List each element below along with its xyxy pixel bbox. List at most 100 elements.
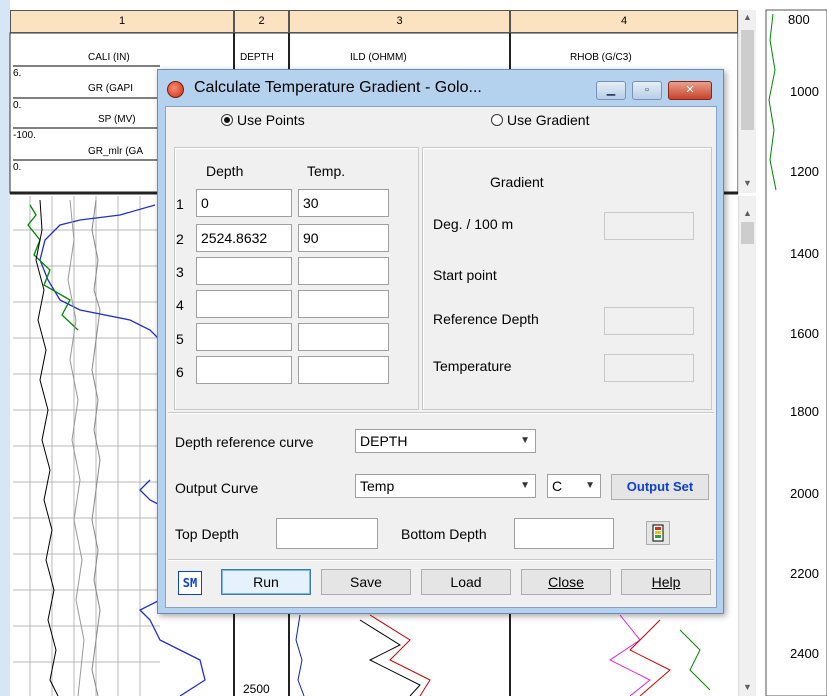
scroll-down-icon[interactable]: ▼ (739, 178, 756, 188)
point-depth-input[interactable] (196, 323, 292, 351)
chevron-down-icon: ▼ (520, 435, 530, 446)
temperature-gradient-dialog: Calculate Temperature Gradient - Golo...… (157, 69, 724, 614)
point-row-number: 6 (176, 364, 184, 380)
point-depth-input[interactable] (196, 290, 292, 318)
minimize-button[interactable]: ▁ (596, 81, 626, 100)
overview-depth: 2400 (790, 646, 819, 661)
point-temp-input[interactable] (298, 257, 389, 285)
divider (168, 559, 714, 561)
overview-depth: 2000 (790, 486, 819, 501)
minimize-icon: ▁ (606, 84, 616, 96)
divider (168, 412, 714, 414)
temperature-input[interactable] (604, 354, 694, 382)
bottom-depth-label: Bottom Depth (401, 526, 487, 542)
curve-label-gr-mlr: GR_mlr (GA (88, 146, 143, 157)
radio-unselected-icon (491, 114, 503, 126)
color-bars-icon (652, 524, 664, 542)
track-1-header: 1 (10, 10, 234, 33)
temperature-label: Temperature (433, 358, 512, 374)
radio-selected-icon (221, 114, 233, 126)
output-unit-value: C (552, 478, 563, 494)
scroll-up-icon[interactable]: ▲ (739, 12, 756, 22)
maximize-icon: ▫ (645, 84, 649, 96)
overview-depth: 2200 (790, 566, 819, 581)
use-points-label: Use Points (237, 112, 305, 128)
dialog-client-area: Use Points Use Gradient Depth Temp. 1 0 … (165, 106, 717, 608)
run-button[interactable]: Run (221, 569, 311, 595)
curve-label-sp: SP (MV) (98, 114, 136, 125)
plot-scrollbar[interactable]: ▲ ▼ (738, 196, 756, 696)
chevron-down-icon: ▼ (585, 480, 595, 491)
use-gradient-radio[interactable]: Use Gradient (491, 112, 589, 128)
point-temp-input[interactable] (298, 290, 389, 318)
sm-logo: SM (178, 571, 202, 595)
top-depth-label: Top Depth (175, 526, 239, 542)
color-picker-button[interactable] (646, 521, 670, 545)
point-temp-input[interactable] (298, 323, 389, 351)
scroll-down-icon[interactable]: ▼ (739, 682, 756, 692)
app-icon (167, 81, 184, 98)
point-depth-input[interactable] (196, 356, 292, 384)
output-unit-select[interactable]: C ▼ (547, 474, 601, 498)
scroll-thumb[interactable] (741, 30, 754, 130)
point-row-number: 5 (176, 331, 184, 347)
output-curve-select[interactable]: Temp ▼ (355, 474, 536, 498)
point-row-number: 3 (176, 264, 184, 280)
start-point-label: Start point (433, 267, 497, 283)
curve-label-cali: CALI (IN) (88, 52, 130, 63)
use-points-radio[interactable]: Use Points (221, 112, 305, 128)
curve-label-ild: ILD (OHMM) (350, 52, 407, 63)
overview-depth: 800 (788, 12, 810, 27)
curve-label-depth: DEPTH (240, 52, 274, 63)
reference-depth-label: Reference Depth (433, 311, 539, 327)
scale-value: 6. (13, 68, 22, 79)
point-row-number: 1 (176, 196, 184, 212)
point-depth-input[interactable] (196, 257, 292, 285)
temp-column-header: Temp. (307, 163, 346, 179)
point-temp-input[interactable] (298, 356, 389, 384)
load-button[interactable]: Load (421, 569, 511, 595)
output-curve-value: Temp (360, 478, 395, 494)
help-button[interactable]: Help (621, 569, 711, 595)
header-scrollbar[interactable]: ▲ ▼ (738, 10, 756, 193)
depth-ref-curve-value: DEPTH (360, 433, 408, 449)
bottom-depth-input[interactable] (514, 518, 614, 549)
point-row-number: 2 (176, 231, 184, 247)
point-temp-input[interactable]: 30 (298, 189, 389, 217)
overview-depth: 1000 (790, 84, 819, 99)
depth-ref-curve-label: Depth reference curve (175, 434, 314, 450)
close-window-button[interactable]: ✕ (668, 81, 712, 100)
curve-label-gr: GR (GAPI (88, 83, 134, 94)
point-temp-input[interactable]: 90 (298, 224, 389, 252)
curve-label-rhob: RHOB (G/C3) (570, 52, 632, 63)
scale-value: 0. (13, 162, 22, 173)
point-depth-input[interactable]: 2524.8632 (196, 224, 292, 252)
save-button[interactable]: Save (321, 569, 411, 595)
scale-value: 0. (13, 100, 22, 111)
deg-per-100m-input[interactable] (604, 212, 694, 240)
overview-depth: 1600 (790, 326, 819, 341)
scroll-thumb[interactable] (741, 222, 754, 244)
chevron-down-icon: ▼ (520, 480, 530, 491)
dialog-title-bar[interactable]: Calculate Temperature Gradient - Golo...… (158, 70, 723, 106)
close-icon: ✕ (685, 84, 695, 96)
gradient-group-title: Gradient (490, 174, 544, 190)
track-3-header: 3 (289, 10, 510, 33)
deg-per-100m-label: Deg. / 100 m (433, 216, 514, 232)
overview-depth: 1800 (790, 404, 819, 419)
maximize-button[interactable]: ▫ (632, 81, 662, 100)
output-curve-label: Output Curve (175, 480, 259, 496)
top-depth-input[interactable] (276, 518, 378, 549)
point-depth-input[interactable]: 0 (196, 189, 292, 217)
dialog-title: Calculate Temperature Gradient - Golo... (194, 79, 482, 96)
overview-depth: 1200 (790, 164, 819, 179)
depth-ref-curve-select[interactable]: DEPTH ▼ (355, 429, 536, 453)
track-4-header: 4 (510, 10, 738, 33)
reference-depth-input[interactable] (604, 307, 694, 335)
scroll-up-icon[interactable]: ▲ (739, 208, 756, 218)
close-button[interactable]: Close (521, 569, 611, 595)
depth-track-label: 2500 (243, 682, 270, 696)
scale-value: -100. (13, 130, 36, 141)
output-set-button[interactable]: Output Set (611, 474, 709, 500)
track-2-header: 2 (234, 10, 289, 33)
